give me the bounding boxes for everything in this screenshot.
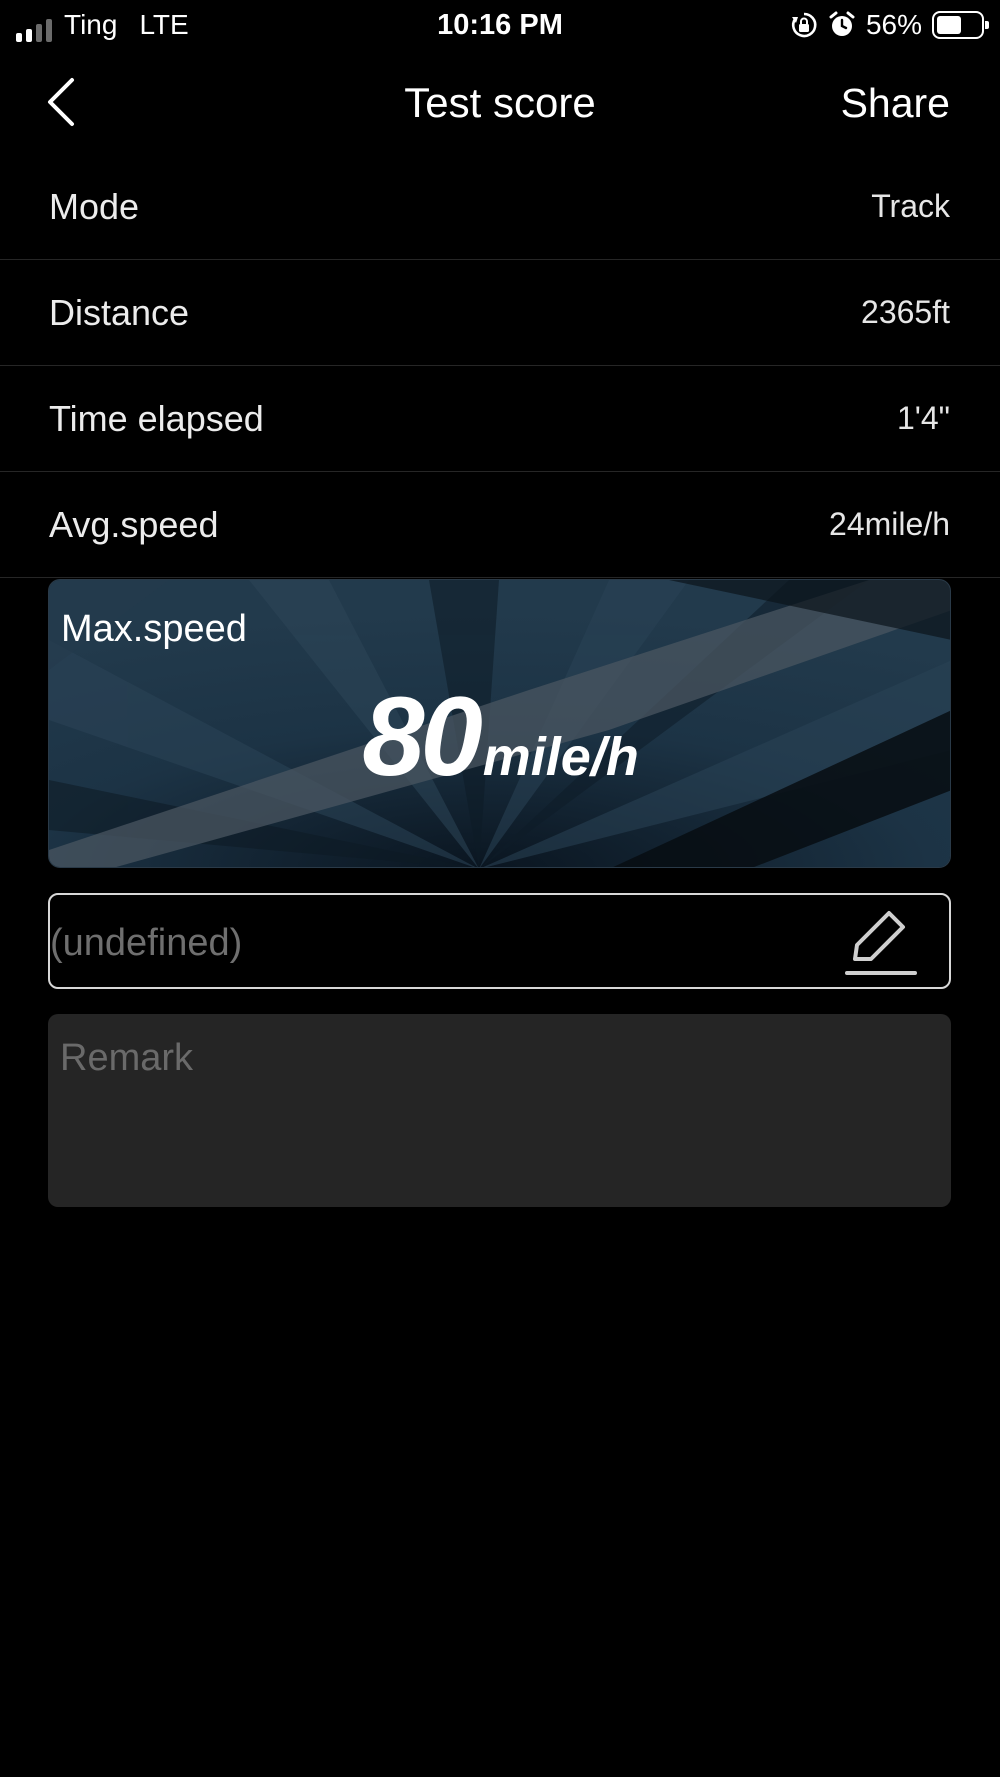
stat-row-time-elapsed: Time elapsed 1'4" <box>0 366 1000 472</box>
stat-row-distance: Distance 2365ft <box>0 260 1000 366</box>
stat-value: Track <box>871 188 950 224</box>
remark-input[interactable]: Remark <box>48 1014 951 1207</box>
stat-row-avg-speed: Avg.speed 24mile/h <box>0 472 1000 578</box>
pencil-icon <box>845 911 917 975</box>
orientation-lock-icon <box>791 12 817 38</box>
stat-value: 2365ft <box>861 294 950 330</box>
stat-label: Avg.speed <box>49 503 219 545</box>
stat-row-mode: Mode Track <box>0 154 1000 260</box>
status-bar: Ting LTE 10:16 PM 56% <box>0 0 1000 52</box>
test-name-field[interactable]: (undefined) <box>48 893 951 989</box>
share-button[interactable]: Share <box>841 78 950 128</box>
stat-value: 24mile/h <box>829 506 950 542</box>
max-speed-unit: mile/h <box>482 727 639 787</box>
max-speed-readout: 80mile/h <box>49 681 950 793</box>
nav-bar: Test score Share <box>0 52 1000 152</box>
test-name-text: (undefined) <box>50 922 243 964</box>
edit-name-button[interactable] <box>845 905 919 979</box>
max-speed-card: Max.speed 80mile/h <box>48 579 951 868</box>
battery-percent: 56% <box>865 9 922 40</box>
alarm-icon <box>829 11 855 36</box>
stats-list: Mode Track Distance 2365ft Time elapsed … <box>0 154 1000 578</box>
status-right: 56% <box>790 8 989 42</box>
stat-label: Distance <box>49 291 190 333</box>
max-speed-value: 80 <box>362 674 483 799</box>
max-speed-label: Max.speed <box>61 608 247 650</box>
stat-label: Time elapsed <box>49 397 264 439</box>
remark-placeholder: Remark <box>60 1037 194 1079</box>
battery-icon <box>932 11 989 39</box>
stat-value: 1'4" <box>896 400 950 436</box>
stat-label: Mode <box>49 185 140 227</box>
